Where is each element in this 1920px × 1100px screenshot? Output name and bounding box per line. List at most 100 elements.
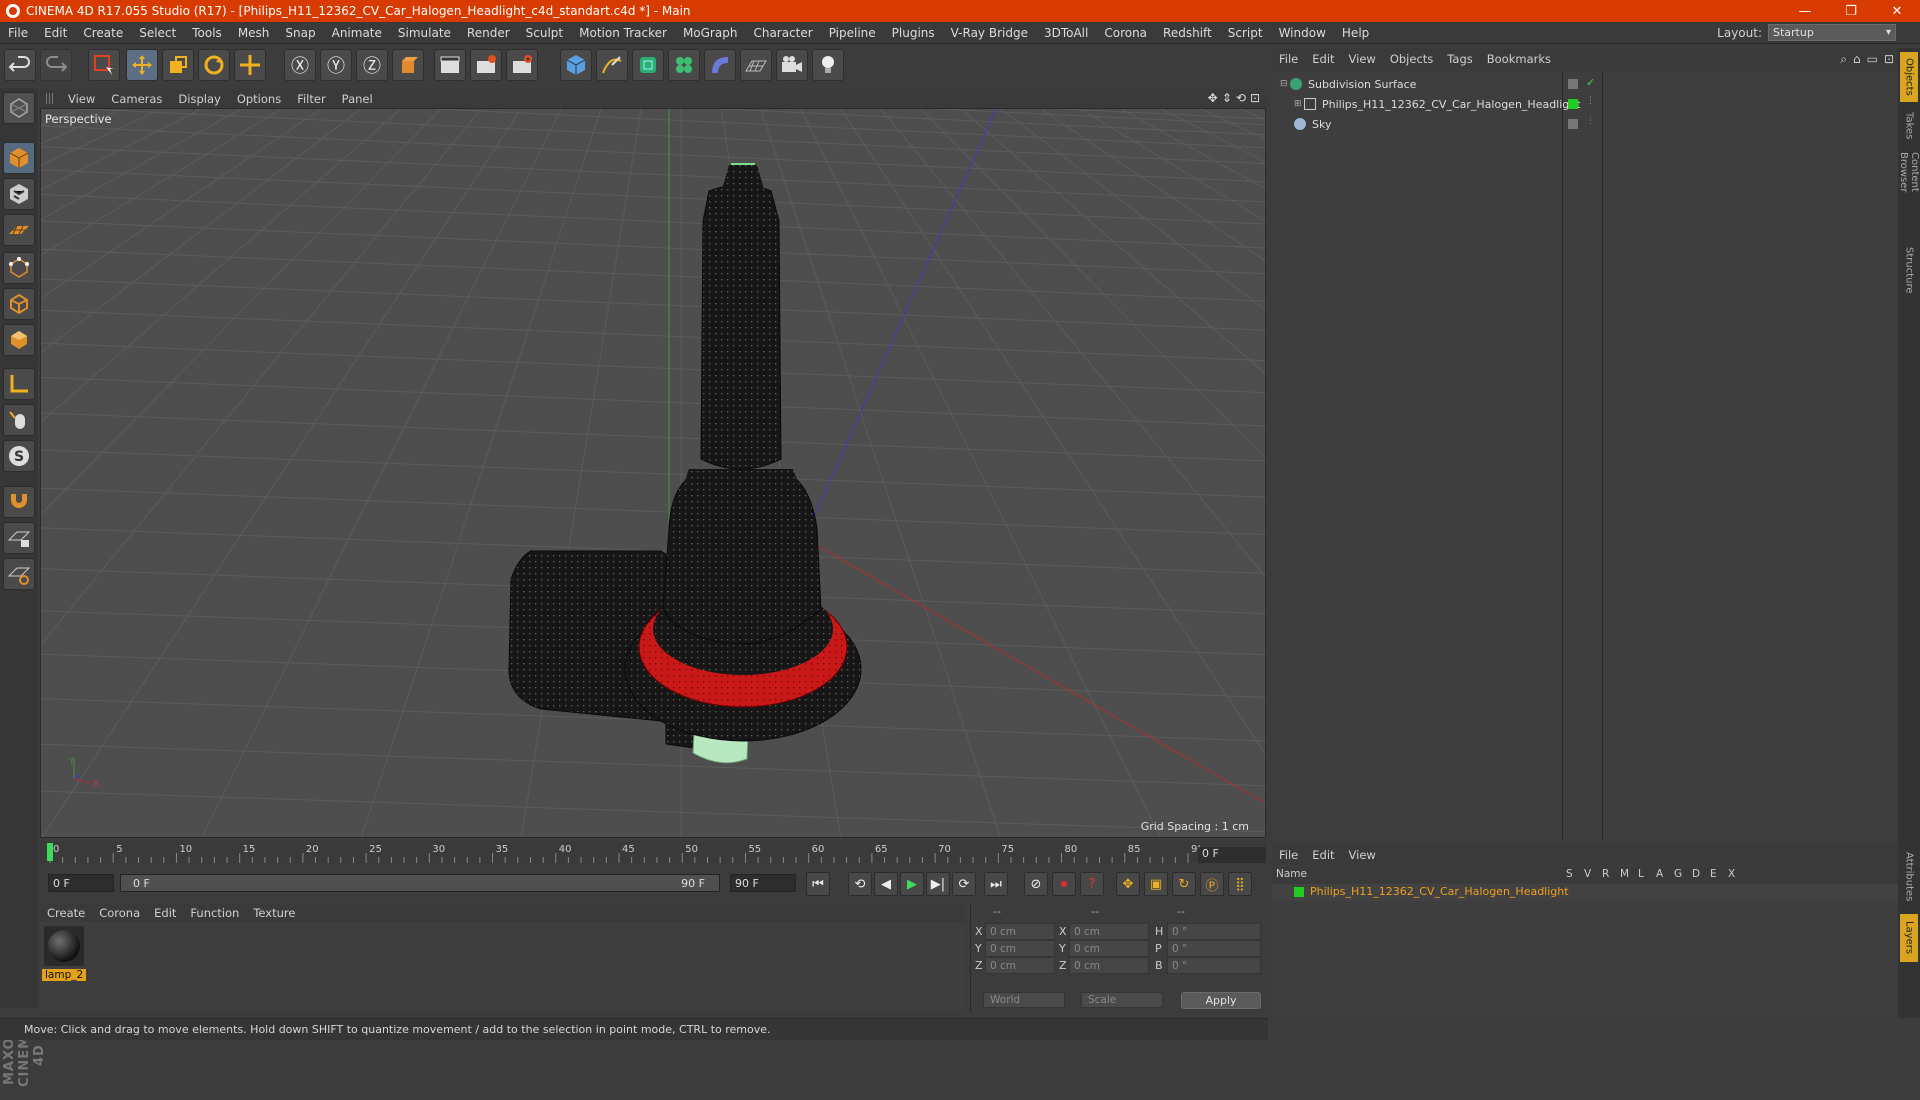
new-view-icon[interactable]: ▭: [1867, 52, 1878, 67]
next-key-button[interactable]: ⟳: [952, 872, 976, 896]
redo-button[interactable]: [40, 49, 72, 81]
material-menu-texture[interactable]: Texture: [246, 906, 302, 920]
material-manager-area[interactable]: lamp_2: [40, 922, 966, 1012]
menu-plugins[interactable]: Plugins: [884, 26, 943, 40]
end-frame-field[interactable]: 90 F: [730, 874, 796, 892]
coordinate-system-button[interactable]: [392, 49, 424, 81]
render-picture-viewer-button[interactable]: [470, 49, 502, 81]
menu-edit[interactable]: Edit: [36, 26, 75, 40]
apply-button[interactable]: Apply: [1181, 992, 1261, 1009]
layer-color-swatch[interactable]: [1294, 887, 1304, 897]
pan-icon[interactable]: ✥: [1208, 91, 1218, 105]
size-field[interactable]: 0 cm: [1069, 923, 1149, 940]
key-scale-button[interactable]: ▣: [1144, 872, 1168, 896]
menu-sculpt[interactable]: Sculpt: [518, 26, 571, 40]
material-menu-function[interactable]: Function: [183, 906, 246, 920]
planar-workplane-button[interactable]: [3, 558, 35, 590]
material-menu-corona[interactable]: Corona: [92, 906, 147, 920]
x-axis-lock-button[interactable]: Ⓧ: [284, 49, 316, 81]
menu-mograph[interactable]: MoGraph: [675, 26, 746, 40]
menu-script[interactable]: Script: [1220, 26, 1271, 40]
object-menu-edit[interactable]: Edit: [1305, 52, 1341, 66]
viewport-menu-view[interactable]: View: [60, 92, 103, 106]
layer-column-e[interactable]: E: [1710, 868, 1717, 880]
polygons-mode-button[interactable]: [3, 324, 35, 356]
visibility-dots-icon[interactable]: ⋮: [1586, 116, 1595, 126]
go-to-end-button[interactable]: ⏭: [984, 872, 1008, 896]
undo-button[interactable]: [4, 49, 36, 81]
layer-column-m[interactable]: M: [1620, 868, 1629, 880]
object-menu-objects[interactable]: Objects: [1383, 52, 1440, 66]
layer-menu-file[interactable]: File: [1272, 848, 1305, 862]
menu-simulate[interactable]: Simulate: [390, 26, 459, 40]
viewport-menu-cameras[interactable]: Cameras: [103, 92, 170, 106]
tab-objects[interactable]: Objects: [1900, 52, 1918, 102]
menu-window[interactable]: Window: [1271, 26, 1334, 40]
material-thumbnail[interactable]: [44, 926, 84, 966]
size-field[interactable]: 0 cm: [1069, 940, 1149, 957]
layer-column-s[interactable]: S: [1566, 868, 1573, 880]
layer-column-v[interactable]: V: [1584, 868, 1591, 880]
size-field[interactable]: 0 cm: [1069, 957, 1149, 974]
render-view-button[interactable]: [434, 49, 466, 81]
layer-column-r[interactable]: R: [1602, 868, 1609, 880]
rotate-tool-button[interactable]: [198, 49, 230, 81]
menu-help[interactable]: Help: [1334, 26, 1377, 40]
layer-column-l[interactable]: L: [1638, 868, 1644, 880]
viewport-menu-filter[interactable]: Filter: [289, 92, 333, 106]
cloner-button[interactable]: [668, 49, 700, 81]
editor-visibility-icon[interactable]: [1568, 119, 1578, 129]
object-menu-tags[interactable]: Tags: [1440, 52, 1479, 66]
restore-button[interactable]: ❐: [1828, 0, 1874, 22]
snap-button[interactable]: [3, 486, 35, 518]
maximize-icon[interactable]: ⊡: [1884, 52, 1894, 67]
layer-row[interactable]: Philips_H11_12362_CV_Car_Halogen_Headlig…: [1272, 884, 1898, 901]
key-rotation-button[interactable]: ↻: [1172, 872, 1196, 896]
menu-redshift[interactable]: Redshift: [1155, 26, 1220, 40]
viewport-menu-options[interactable]: Options: [229, 92, 289, 106]
transform-tool-button[interactable]: [234, 49, 266, 81]
z-axis-lock-button[interactable]: Ⓩ: [356, 49, 388, 81]
menu-create[interactable]: Create: [75, 26, 131, 40]
layer-column-d[interactable]: D: [1692, 868, 1700, 880]
position-field[interactable]: 0 cm: [985, 957, 1055, 974]
previous-frame-button[interactable]: ◀: [874, 872, 898, 896]
workplane-mode-button[interactable]: [3, 214, 35, 246]
menu-pipeline[interactable]: Pipeline: [821, 26, 884, 40]
cube-object-button[interactable]: [560, 49, 592, 81]
home-icon[interactable]: ⌂: [1853, 52, 1861, 67]
rotation-field[interactable]: 0 °: [1167, 923, 1261, 940]
axis-mode-button[interactable]: [3, 368, 35, 400]
layer-column-x[interactable]: X: [1728, 868, 1735, 880]
menu-motion-tracker[interactable]: Motion Tracker: [571, 26, 675, 40]
deformer-button[interactable]: [704, 49, 736, 81]
light-button[interactable]: [812, 49, 844, 81]
playhead-marker[interactable]: [47, 843, 53, 861]
make-editable-button[interactable]: [3, 92, 35, 124]
menu-corona[interactable]: Corona: [1096, 26, 1155, 40]
tab-takes[interactable]: Takes: [1900, 106, 1918, 146]
rotation-field[interactable]: 0 °: [1167, 957, 1261, 974]
live-selection-button[interactable]: [88, 49, 120, 81]
dolly-icon[interactable]: ⇕: [1222, 91, 1232, 105]
rotation-field[interactable]: 0 °: [1167, 940, 1261, 957]
viewport-menu-display[interactable]: Display: [170, 92, 228, 106]
menu-mesh[interactable]: Mesh: [230, 26, 278, 40]
locked-workplane-button[interactable]: [3, 522, 35, 554]
previous-key-button[interactable]: ⟲: [848, 872, 872, 896]
orbit-icon[interactable]: ⟲: [1236, 91, 1246, 105]
render-settings-button[interactable]: [506, 49, 538, 81]
layer-menu-view[interactable]: View: [1342, 848, 1383, 862]
solo-mode-button[interactable]: S: [3, 440, 35, 472]
menu-select[interactable]: Select: [131, 26, 184, 40]
layer-column-g[interactable]: G: [1674, 868, 1682, 880]
points-mode-button[interactable]: [3, 252, 35, 284]
perspective-viewport[interactable]: Y X Perspective Grid Spacing : 1 cm: [40, 108, 1266, 838]
object-menu-file[interactable]: File: [1272, 52, 1305, 66]
maximize-view-icon[interactable]: ⊡: [1250, 91, 1260, 105]
tab-attributes[interactable]: Attributes: [1900, 844, 1918, 910]
object-row-headlight[interactable]: ⊞ Philips_H11_12362_CV_Car_Halogen_Headl…: [1272, 94, 1898, 114]
scale-mode-dropdown[interactable]: Scale: [1081, 992, 1163, 1008]
object-row-subdivision-surface[interactable]: ⊟ Subdivision Surface ✓: [1272, 74, 1898, 94]
tab-structure[interactable]: Structure: [1900, 242, 1918, 298]
